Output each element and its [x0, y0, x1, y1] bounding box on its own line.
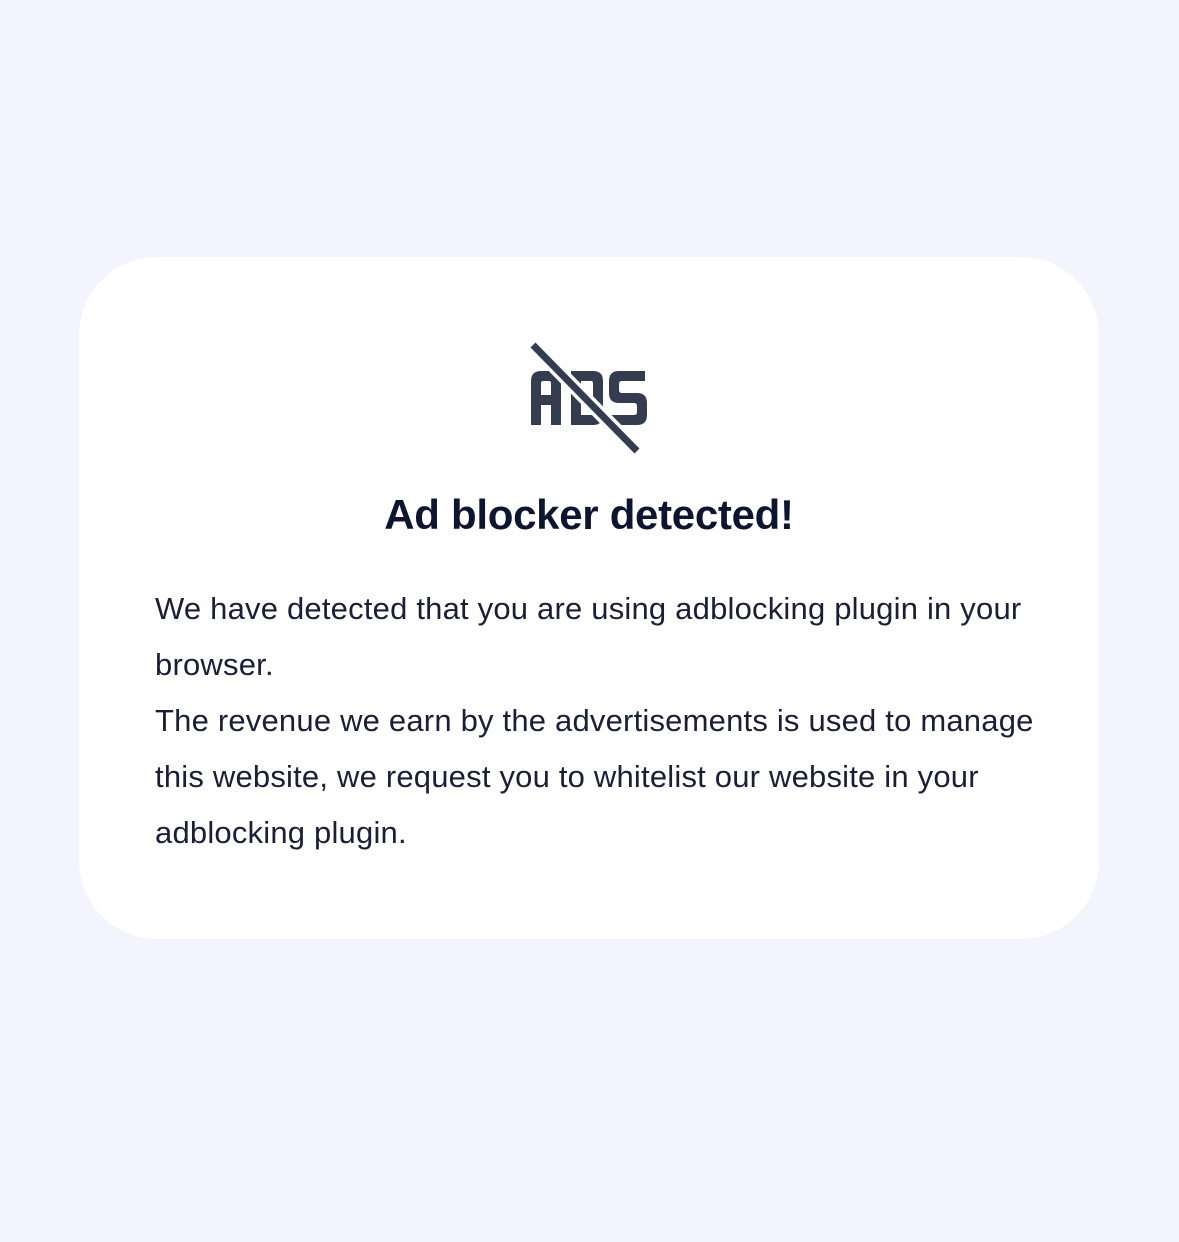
- dialog-message: We have detected that you are using adbl…: [155, 581, 1035, 861]
- message-paragraph: The revenue we earn by the advertisement…: [155, 703, 1034, 850]
- message-paragraph: We have detected that you are using adbl…: [155, 591, 1022, 682]
- ads-blocked-icon: [528, 341, 647, 456]
- dialog-title: Ad blocker detected!: [384, 491, 794, 538]
- adblock-notice-card: Ad blocker detected! We have detected th…: [79, 257, 1099, 939]
